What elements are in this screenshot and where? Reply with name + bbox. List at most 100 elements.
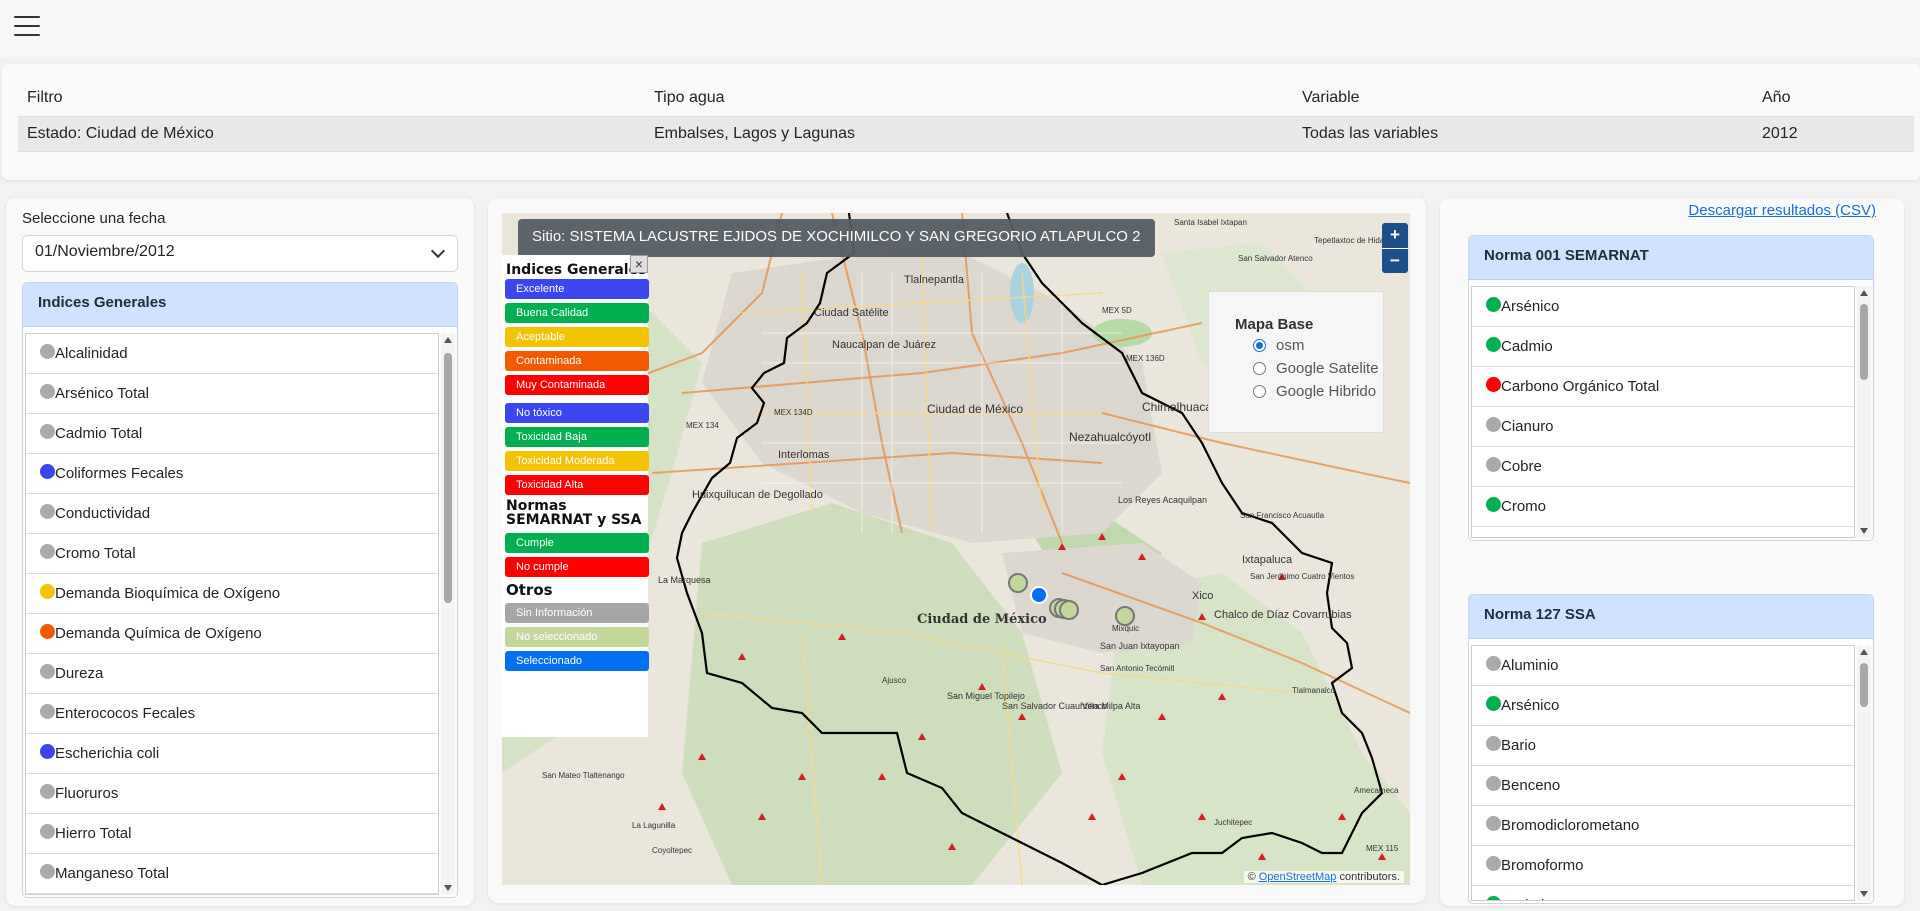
list-item[interactable]: Cadmio xyxy=(1472,886,1854,900)
status-dot-icon xyxy=(1486,776,1501,791)
label-tlalmanalco: Tlalmanalco xyxy=(1292,686,1336,695)
date-select[interactable]: 01/Noviembre/2012 xyxy=(22,235,458,272)
list-item[interactable]: Cobre xyxy=(1472,447,1854,487)
list-item-label: Fluoruros xyxy=(55,785,119,802)
label-mixquic: Mixquic xyxy=(1112,624,1139,633)
status-dot-icon xyxy=(1486,736,1501,751)
list-item-label: Cianuro xyxy=(1501,418,1554,435)
label-interlomas: Interlomas xyxy=(778,449,830,461)
list-item[interactable]: Coliformes Fecales xyxy=(26,454,438,494)
list-item[interactable]: Arsénico Total xyxy=(26,374,438,414)
scroll-thumb[interactable] xyxy=(1860,304,1868,380)
label-mex-136d: MEX 136D xyxy=(1126,354,1165,363)
indices-list[interactable]: Alcalinidad Arsénico Total Cadmio Total Col… xyxy=(25,333,439,895)
filter-value-anio: 2012 xyxy=(1753,116,1914,152)
label-cdmx-north: Ciudad de México xyxy=(927,402,1023,416)
indices-scrollbar[interactable] xyxy=(441,333,455,895)
scroll-thumb[interactable] xyxy=(1860,663,1868,707)
list-item[interactable]: Arsénico xyxy=(1472,287,1854,327)
label-mex-115: MEX 115 xyxy=(1366,844,1399,853)
status-dot-icon xyxy=(40,704,55,719)
list-item-label: Demanda Bioquímica de Oxígeno xyxy=(55,585,281,602)
right-panel: Descargar resultados (CSV) Norma 001 SEM… xyxy=(1440,198,1904,906)
basemap-control: Mapa Base osm Google Satelite Google Hib… xyxy=(1208,291,1384,433)
label-santa-isabel: Santa Isabel Ixtapan xyxy=(1174,218,1247,227)
basemap-option-google-hibrido[interactable]: Google Hibrido xyxy=(1235,380,1383,403)
status-dot-icon xyxy=(40,824,55,839)
list-item[interactable]: Demanda Bioquímica de Oxígeno xyxy=(26,574,438,614)
norma-127-list[interactable]: Aluminio Arsénico Bario Benceno Bromodicloro… xyxy=(1471,645,1855,901)
basemap-option-osm[interactable]: osm xyxy=(1235,334,1383,357)
attribution-suffix: contributors. xyxy=(1336,871,1400,883)
status-dot-icon xyxy=(1486,497,1501,512)
label-mex-5d: MEX 5D xyxy=(1102,306,1132,315)
status-dot-icon xyxy=(1486,457,1501,472)
list-item[interactable]: Conductividad xyxy=(26,494,438,534)
filter-summary-card: Filtro Tipo agua Variable Año Estado: Ci… xyxy=(2,64,1920,180)
label-juchitepec: Juchitepec xyxy=(1214,818,1252,827)
scroll-up-icon[interactable] xyxy=(1860,290,1868,296)
list-item[interactable]: Benceno xyxy=(1472,766,1854,806)
legend-swatch: Cumple xyxy=(505,533,649,553)
radio-icon[interactable] xyxy=(1253,362,1266,375)
scroll-down-icon[interactable] xyxy=(1860,891,1868,897)
legend-swatch: Seleccionado xyxy=(505,651,649,671)
norma-001-list[interactable]: Arsénico Cadmio Carbono Orgánico Total Cian… xyxy=(1471,286,1855,538)
list-item[interactable]: Cianuro xyxy=(1472,407,1854,447)
date-select-value: 01/Noviembre/2012 xyxy=(35,243,175,260)
radio-icon[interactable] xyxy=(1253,385,1266,398)
list-item[interactable]: Escherichia coli xyxy=(26,734,438,774)
list-item[interactable]: Hierro Total xyxy=(26,814,438,854)
map[interactable]: Tlalnepantla Ciudad Satélite Naucalpan d… xyxy=(502,213,1410,885)
osm-attribution-link[interactable]: OpenStreetMap xyxy=(1259,871,1337,883)
legend-normas-group: Cumple No cumple xyxy=(502,533,649,577)
scroll-thumb[interactable] xyxy=(444,353,452,603)
status-dot-icon xyxy=(40,664,55,679)
status-dot-icon xyxy=(1486,696,1501,711)
download-csv-link[interactable]: Descargar resultados (CSV) xyxy=(1688,202,1876,219)
list-item[interactable]: Arsénico xyxy=(1472,686,1854,726)
label-atenco: San Salvador Atenco xyxy=(1238,254,1313,263)
radio-selected-icon[interactable] xyxy=(1253,339,1266,352)
list-item[interactable]: Bario xyxy=(1472,726,1854,766)
list-item[interactable]: Bromodiclorometano xyxy=(1472,806,1854,846)
list-item[interactable]: Cadmio Total xyxy=(26,414,438,454)
list-item[interactable]: Carbono Orgánico Total xyxy=(1472,367,1854,407)
zoom-in-button[interactable]: + xyxy=(1382,223,1408,248)
scroll-down-icon[interactable] xyxy=(1860,528,1868,534)
status-dot-icon xyxy=(1486,417,1501,432)
list-item-label: Bromodiclorometano xyxy=(1501,817,1640,834)
label-topilejo: San Miguel Topilejo xyxy=(947,691,1025,701)
norma-127-scrollbar[interactable] xyxy=(1857,645,1871,901)
list-item-label: Cobre xyxy=(1501,458,1542,475)
menu-icon[interactable] xyxy=(14,16,40,36)
list-item[interactable]: Fluoruros xyxy=(26,774,438,814)
scroll-up-icon[interactable] xyxy=(1860,649,1868,655)
basemap-option-google-satelite[interactable]: Google Satelite xyxy=(1235,357,1383,380)
filter-value-tipo-agua: Embalses, Lagos y Lagunas xyxy=(645,116,1293,152)
list-item[interactable]: Enterococos Fecales xyxy=(26,694,438,734)
legend-swatch: Aceptable xyxy=(505,327,649,347)
list-item-label: Aluminio xyxy=(1501,657,1559,674)
scroll-down-icon[interactable] xyxy=(444,885,452,891)
list-item[interactable]: Dureza xyxy=(26,654,438,694)
list-item[interactable]: Cromo Total xyxy=(26,534,438,574)
list-item[interactable]: Manganeso Total xyxy=(26,854,438,894)
basemap-option-label: Google Satelite xyxy=(1276,360,1379,377)
list-item[interactable]: Demanda Química de Oxígeno xyxy=(26,614,438,654)
list-item-label: Cadmio xyxy=(1501,897,1553,900)
zoom-out-button[interactable]: − xyxy=(1382,248,1408,273)
label-amecameca: Amecameca xyxy=(1354,786,1399,795)
filter-header-variable: Variable xyxy=(1293,80,1753,117)
list-item[interactable]: Bromoformo xyxy=(1472,846,1854,886)
list-item[interactable]: Alcalinidad xyxy=(26,334,438,374)
list-item[interactable]: Demanda Química de Oxígeno xyxy=(1472,527,1854,537)
scroll-up-icon[interactable] xyxy=(444,337,452,343)
list-item[interactable]: Cromo xyxy=(1472,487,1854,527)
label-cdmx-south: Ciudad de México xyxy=(917,612,1047,627)
list-item[interactable]: Cadmio xyxy=(1472,327,1854,367)
label-acuautla: San Francisco Acuautla xyxy=(1240,511,1325,520)
list-item[interactable]: Aluminio xyxy=(1472,646,1854,686)
close-icon[interactable]: × xyxy=(630,255,648,273)
norma-001-scrollbar[interactable] xyxy=(1857,286,1871,538)
